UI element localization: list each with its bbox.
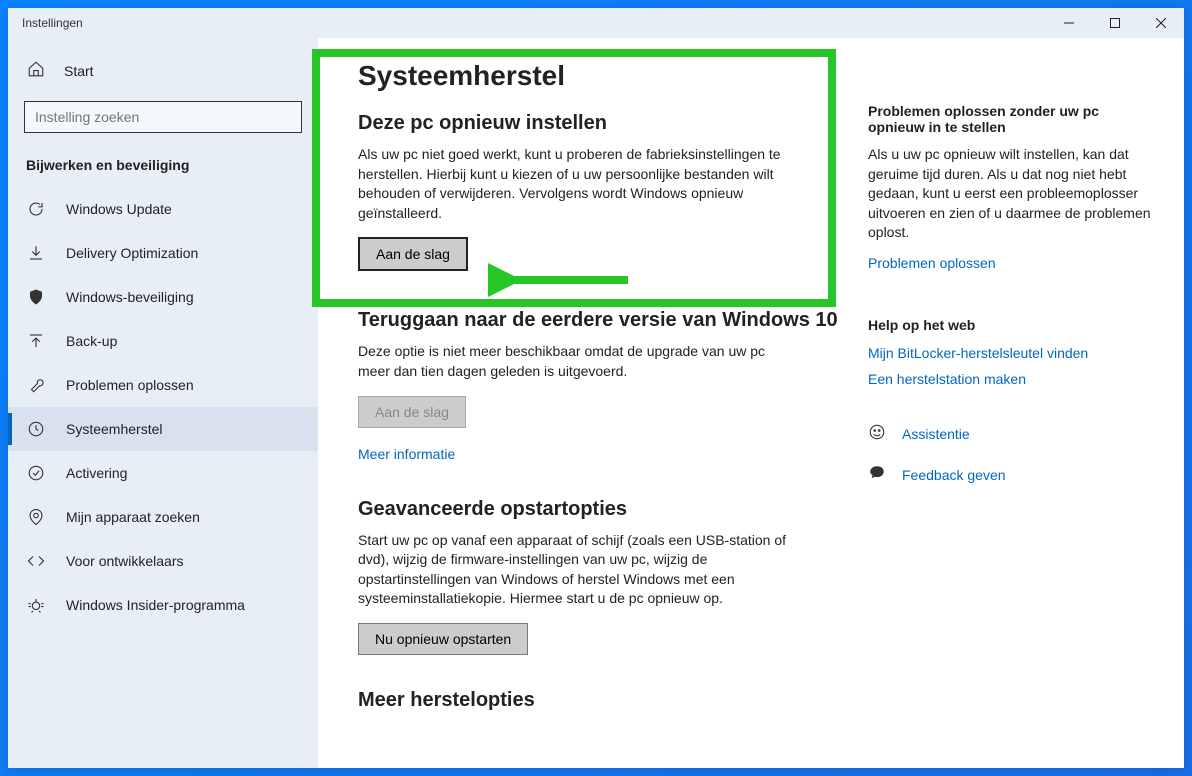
search-input[interactable] — [24, 101, 302, 133]
goback-text: Deze optie is niet meer beschikbaar omda… — [358, 342, 798, 381]
advanced-startup-text: Start uw pc op vanaf een apparaat of sch… — [358, 531, 798, 609]
restart-now-button[interactable]: Nu opnieuw opstarten — [358, 623, 528, 655]
developer-icon — [26, 552, 46, 570]
window-controls — [1046, 8, 1184, 38]
window-title: Instellingen — [22, 16, 83, 30]
check-circle-icon — [26, 464, 46, 482]
sidebar-item-recovery[interactable]: Systeemherstel — [8, 407, 318, 451]
close-button[interactable] — [1138, 8, 1184, 38]
sidebar-item-label: Problemen oplossen — [66, 377, 194, 393]
give-feedback-link[interactable]: Feedback geven — [902, 467, 1006, 483]
more-recovery-heading: Meer herstelopties — [358, 689, 846, 712]
troubleshoot-aside-text: Als u uw pc opnieuw wilt instellen, kan … — [868, 145, 1154, 243]
wrench-icon — [26, 376, 46, 394]
home-icon — [26, 60, 46, 81]
recovery-icon — [26, 420, 46, 438]
get-help-link[interactable]: Assistentie — [902, 426, 970, 442]
sidebar-item-label: Windows-beveiliging — [66, 289, 194, 305]
sidebar-item-troubleshoot[interactable]: Problemen oplossen — [8, 363, 318, 407]
sync-icon — [26, 200, 46, 218]
sidebar-item-for-developers[interactable]: Voor ontwikkelaars — [8, 539, 318, 583]
location-icon — [26, 508, 46, 526]
assist-icon — [868, 423, 886, 446]
reset-pc-heading: Deze pc opnieuw instellen — [358, 112, 846, 135]
bitlocker-key-link[interactable]: Mijn BitLocker-herstelsleutel vinden — [868, 345, 1154, 361]
reset-pc-button[interactable]: Aan de slag — [358, 237, 468, 271]
category-header: Bijwerken en beveiliging — [8, 147, 318, 187]
settings-window: Instellingen Start Bijwerken — [8, 8, 1184, 768]
home-label: Start — [64, 63, 94, 79]
home-link[interactable]: Start — [8, 50, 318, 91]
sidebar-item-windows-update[interactable]: Windows Update — [8, 187, 318, 231]
page-title: Systeemherstel — [358, 60, 846, 92]
download-icon — [26, 244, 46, 262]
sidebar-item-label: Activering — [66, 465, 127, 481]
sidebar: Start Bijwerken en beveiliging Windows U… — [8, 38, 318, 768]
sidebar-item-label: Delivery Optimization — [66, 245, 198, 261]
sidebar-item-activation[interactable]: Activering — [8, 451, 318, 495]
upload-icon — [26, 332, 46, 350]
more-info-link[interactable]: Meer informatie — [358, 446, 455, 462]
sidebar-item-label: Windows Insider-programma — [66, 597, 245, 613]
troubleshoot-link[interactable]: Problemen oplossen — [868, 255, 1154, 271]
sidebar-item-label: Voor ontwikkelaars — [66, 553, 184, 569]
sidebar-item-label: Back-up — [66, 333, 117, 349]
maximize-button[interactable] — [1092, 8, 1138, 38]
bug-icon — [26, 596, 46, 614]
sidebar-item-delivery-optimization[interactable]: Delivery Optimization — [8, 231, 318, 275]
main-column: Systeemherstel Deze pc opnieuw instellen… — [318, 38, 858, 768]
feedback-icon — [868, 464, 886, 487]
shield-icon — [26, 288, 46, 306]
sidebar-item-insider-program[interactable]: Windows Insider-programma — [8, 583, 318, 627]
sidebar-item-label: Windows Update — [66, 201, 172, 217]
sidebar-item-backup[interactable]: Back-up — [8, 319, 318, 363]
sidebar-item-find-my-device[interactable]: Mijn apparaat zoeken — [8, 495, 318, 539]
advanced-startup-heading: Geavanceerde opstartopties — [358, 498, 846, 521]
reset-pc-text: Als uw pc niet goed werkt, kunt u prober… — [358, 145, 798, 223]
sidebar-item-label: Systeemherstel — [66, 421, 162, 437]
search-wrapper — [24, 101, 302, 133]
sidebar-item-windows-security[interactable]: Windows-beveiliging — [8, 275, 318, 319]
aside-column: Problemen oplossen zonder uw pc opnieuw … — [858, 38, 1184, 768]
recovery-drive-link[interactable]: Een herstelstation maken — [868, 371, 1154, 387]
goback-button: Aan de slag — [358, 396, 466, 428]
titlebar: Instellingen — [8, 8, 1184, 38]
content-area: Systeemherstel Deze pc opnieuw instellen… — [318, 38, 1184, 768]
troubleshoot-aside-heading: Problemen oplossen zonder uw pc opnieuw … — [868, 103, 1154, 135]
sidebar-item-label: Mijn apparaat zoeken — [66, 509, 200, 525]
goback-heading: Teruggaan naar de eerdere versie van Win… — [358, 309, 846, 332]
help-web-heading: Help op het web — [868, 317, 1154, 333]
minimize-button[interactable] — [1046, 8, 1092, 38]
